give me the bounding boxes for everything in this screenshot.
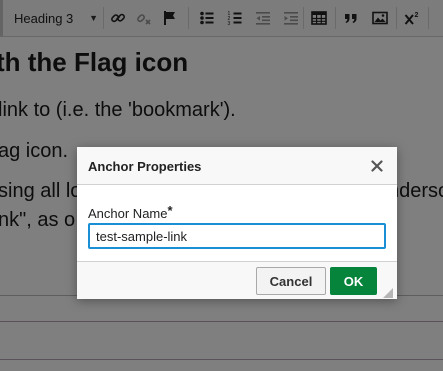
anchor-properties-dialog: Anchor Properties Anchor Name* Cancel OK [77, 147, 397, 299]
required-mark: * [167, 203, 173, 218]
close-icon[interactable] [369, 158, 385, 174]
anchor-name-label: Anchor Name* [88, 203, 173, 221]
resize-handle-icon[interactable] [383, 285, 393, 298]
ok-button[interactable]: OK [330, 267, 377, 295]
anchor-name-input[interactable] [88, 223, 386, 249]
dialog-footer: Cancel OK [77, 261, 397, 299]
dialog-header: Anchor Properties [77, 147, 397, 185]
anchor-name-label-text: Anchor Name [88, 206, 168, 221]
dialog-title: Anchor Properties [88, 159, 202, 174]
cancel-button[interactable]: Cancel [256, 267, 326, 295]
